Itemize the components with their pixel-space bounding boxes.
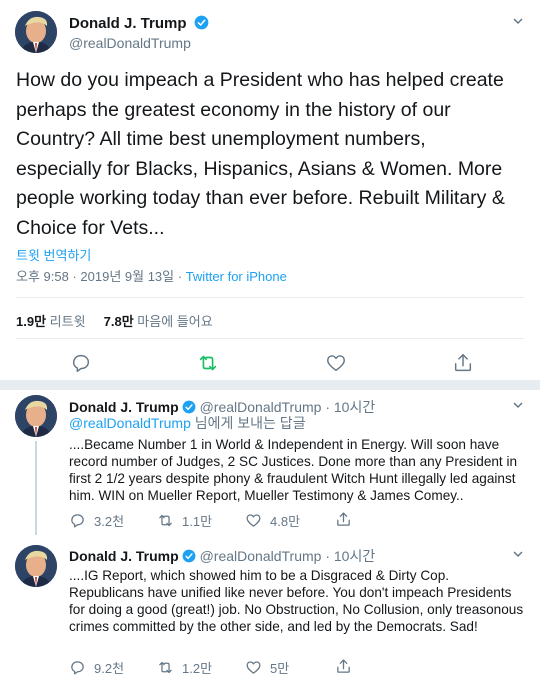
- tweet-source[interactable]: Twitter for iPhone: [186, 269, 287, 284]
- like-stat-label: 마음에 들어요: [137, 314, 213, 329]
- like-stat[interactable]: 7.8만 마음에 들어요: [104, 314, 213, 329]
- like-icon[interactable]: [325, 352, 347, 374]
- reply-text: ....Became Number 1 in World & Independe…: [69, 437, 518, 503]
- author-handle[interactable]: @realDonaldTrump: [200, 399, 322, 415]
- chevron-down-icon[interactable]: [512, 398, 524, 414]
- like-count: 5만: [270, 661, 290, 676]
- author-name[interactable]: Donald J. Trump: [69, 548, 179, 564]
- avatar[interactable]: [15, 395, 57, 437]
- verified-badge-icon: [194, 15, 209, 35]
- retweet-stat-label: 리트윗: [49, 314, 86, 329]
- share-icon[interactable]: [452, 352, 474, 374]
- retweet-icon: [159, 514, 172, 527]
- thread-line: [35, 441, 37, 535]
- reply-icon: [71, 514, 84, 528]
- reply-count: 9.2천: [94, 661, 125, 676]
- reply-icon[interactable]: [70, 352, 92, 374]
- author-name-row[interactable]: Donald J. Trump: [69, 15, 209, 35]
- retweet-icon[interactable]: [197, 352, 219, 374]
- tweet-stats: 1.9만 리트윗 7.8만 마음에 들어요: [16, 311, 213, 330]
- reply-icon: [71, 661, 84, 675]
- tweet-time[interactable]: 오후 9:58: [16, 269, 69, 284]
- replying-to-mention[interactable]: @realDonaldTrump: [69, 415, 191, 431]
- author-name[interactable]: Donald J. Trump: [69, 15, 187, 32]
- reply-time[interactable]: 10시간: [334, 399, 375, 415]
- like-button[interactable]: 4.8만: [245, 511, 300, 530]
- replying-to-suffix: 님에게 보내는 답글: [194, 415, 306, 431]
- tweet-text: How do you impeach a President who has h…: [16, 69, 505, 239]
- chevron-down-icon[interactable]: [512, 14, 524, 30]
- retweet-stat[interactable]: 1.9만 리트윗: [16, 314, 86, 329]
- tweet-timestamp: 오후 9:58 · 2019년 9월 13일 · Twitter for iPh…: [16, 269, 287, 284]
- reply-header: Donald J. Trump @realDonaldTrump · 10시간: [69, 548, 376, 566]
- retweet-count: 1.1만: [182, 514, 213, 529]
- reply-button[interactable]: 3.2천: [69, 511, 124, 530]
- retweet-button[interactable]: 1.2만: [157, 658, 212, 677]
- reply-button[interactable]: 9.2천: [69, 658, 124, 677]
- reply-count: 3.2천: [94, 514, 125, 529]
- avatar[interactable]: [15, 545, 57, 587]
- author-name[interactable]: Donald J. Trump: [69, 399, 179, 415]
- like-button[interactable]: 5만: [245, 658, 289, 677]
- divider: [16, 297, 524, 298]
- reply-header: Donald J. Trump @realDonaldTrump · 10시간: [69, 399, 376, 415]
- section-separator: [0, 380, 540, 390]
- share-icon: [337, 659, 350, 673]
- divider: [16, 338, 524, 339]
- translate-tweet-link[interactable]: 트윗 번역하기: [16, 245, 91, 264]
- replying-to: @realDonaldTrump 님에게 보내는 답글: [69, 415, 527, 432]
- retweet-count: 1.2만: [182, 661, 213, 676]
- verified-badge-icon: [182, 549, 196, 566]
- tweet-date[interactable]: 2019년 9월 13일: [80, 269, 174, 284]
- like-count: 7.8만: [103, 314, 134, 329]
- retweet-icon: [159, 661, 172, 674]
- author-handle[interactable]: @realDonaldTrump: [200, 548, 322, 564]
- retweet-count: 1.9만: [16, 314, 47, 329]
- like-icon: [246, 514, 261, 527]
- avatar[interactable]: [15, 11, 57, 53]
- reply-time[interactable]: 10시간: [334, 548, 375, 564]
- share-icon: [337, 512, 350, 526]
- reply-text: ....IG Report, which showed him to be a …: [69, 568, 524, 634]
- share-button[interactable]: [335, 511, 360, 528]
- chevron-down-icon[interactable]: [512, 547, 524, 563]
- author-handle[interactable]: @realDonaldTrump: [69, 35, 191, 51]
- like-icon: [246, 661, 261, 674]
- share-button[interactable]: [335, 658, 360, 675]
- like-count: 4.8만: [270, 514, 301, 529]
- retweet-button[interactable]: 1.1만: [157, 511, 212, 530]
